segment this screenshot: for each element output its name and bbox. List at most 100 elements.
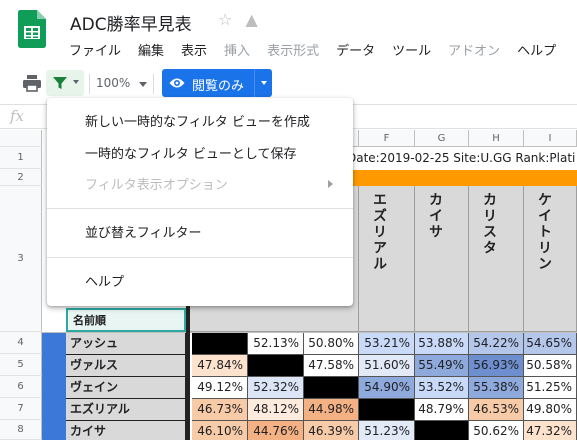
- win-rate-cell[interactable]: 48.12%: [248, 399, 304, 421]
- document-title[interactable]: ADC勝率早見表: [70, 10, 192, 35]
- win-rate-cell[interactable]: 55.49%: [415, 355, 469, 377]
- win-rate-cell[interactable]: 47.58%: [304, 355, 359, 377]
- row-header[interactable]: 5: [0, 354, 42, 376]
- view-mode-label: 閲覧のみ: [192, 79, 245, 94]
- win-rate-cell[interactable]: 50.62%: [469, 421, 524, 440]
- champion-name-cell[interactable]: エズリアル: [66, 399, 186, 421]
- view-mode-divider: [254, 69, 255, 97]
- champion-column-label: ケイトリン: [536, 192, 552, 272]
- row-header[interactable]: 2: [0, 169, 42, 186]
- champion-name-cell[interactable]: ヴェイン: [66, 377, 186, 399]
- menu-item[interactable]: 表示形式: [259, 40, 328, 59]
- menu-item[interactable]: ヘルプ: [509, 40, 565, 59]
- column-header[interactable]: G: [415, 130, 469, 147]
- win-rate-cell[interactable]: 53.21%: [359, 333, 415, 355]
- win-rate-cell[interactable]: 47.32%: [524, 421, 577, 440]
- win-rate-cell[interactable]: 51.23%: [359, 421, 415, 440]
- eye-icon: [169, 78, 185, 88]
- title-icons: ☆ ▲: [218, 10, 266, 29]
- win-rate-cell[interactable]: [248, 355, 304, 377]
- menu-item[interactable]: アドオン: [440, 40, 509, 59]
- win-rate-cell[interactable]: 51.60%: [359, 355, 415, 377]
- row-header[interactable]: 7: [0, 398, 42, 420]
- win-rate-cell[interactable]: 53.88%: [415, 333, 469, 355]
- win-rate-cell[interactable]: 53.52%: [415, 377, 469, 399]
- win-rate-cell[interactable]: 51.25%: [524, 377, 577, 399]
- win-rate-cell[interactable]: [415, 421, 469, 440]
- champion-name-cell[interactable]: ヴァルス: [66, 355, 186, 377]
- dropdown-item[interactable]: 並び替えフィルター: [85, 222, 201, 241]
- menu-divider: [47, 257, 353, 258]
- print-icon[interactable]: [22, 73, 42, 93]
- app-header: ADC勝率早見表 ☆ ▲ ファイル 編集 表示 挿入 表示形式 データ ツール アドオン ヘルプ: [0, 0, 577, 66]
- champion-column-header: エズリアル: [359, 186, 415, 332]
- menu-item[interactable]: ファイル: [61, 40, 130, 59]
- zoom-caret-icon[interactable]: [139, 82, 147, 87]
- win-rate-cell[interactable]: [359, 399, 415, 421]
- column-header[interactable]: I: [524, 130, 577, 147]
- sheet-meta-text: Date:2019-02-25 Site:U.GG Rank:Plati: [347, 151, 576, 165]
- champion-column-label: カリスタ: [481, 192, 497, 256]
- champion-name-cell[interactable]: アッシュ: [66, 333, 186, 355]
- row-header[interactable]: 6: [0, 376, 42, 398]
- name-sort-header[interactable]: 名前順: [66, 308, 186, 332]
- column-header[interactable]: H: [469, 130, 524, 147]
- win-rate-cell[interactable]: 49.80%: [524, 399, 577, 421]
- win-rate-cell[interactable]: 46.10%: [192, 421, 248, 440]
- view-mode-caret-icon[interactable]: [261, 81, 267, 85]
- win-rate-cell[interactable]: 52.32%: [248, 377, 304, 399]
- menu-item[interactable]: 表示: [173, 40, 216, 59]
- view-mode-button[interactable]: 閲覧のみ: [162, 69, 272, 97]
- dropdown-item[interactable]: 新しい一時的なフィルタ ビューを作成: [85, 111, 310, 130]
- menu-item[interactable]: 編集: [130, 40, 173, 59]
- menu-item[interactable]: 挿入: [216, 40, 259, 59]
- toolbar-divider: [153, 74, 154, 94]
- win-rate-cell[interactable]: 50.58%: [524, 355, 577, 377]
- win-rate-cell[interactable]: 55.38%: [469, 377, 524, 399]
- win-rate-cell[interactable]: 47.84%: [192, 355, 248, 377]
- fx-icon: fx: [10, 107, 25, 125]
- star-icon[interactable]: ☆: [218, 10, 232, 29]
- submenu-arrow-icon: [328, 180, 333, 188]
- win-rate-cell[interactable]: 56.93%: [469, 355, 524, 377]
- win-rate-cell[interactable]: 54.22%: [469, 333, 524, 355]
- row-header[interactable]: 4: [0, 332, 42, 354]
- sheets-logo-icon[interactable]: [18, 10, 46, 48]
- champion-name-cell[interactable]: カイサ: [66, 421, 186, 440]
- row-header[interactable]: 1: [0, 147, 42, 169]
- orange-header-band: [353, 170, 577, 186]
- menu-bar: ファイル 編集 表示 挿入 表示形式 データ ツール アドオン ヘルプ: [61, 40, 565, 59]
- column-header[interactable]: F: [359, 130, 415, 147]
- row-header[interactable]: 3: [0, 186, 42, 332]
- win-rate-cell[interactable]: [192, 333, 248, 355]
- filter-icon: [53, 77, 67, 89]
- win-rate-cell[interactable]: 52.13%: [248, 333, 304, 355]
- champion-column-label: カイサ: [427, 192, 443, 240]
- win-rate-cell[interactable]: 54.65%: [524, 333, 577, 355]
- win-rate-cell[interactable]: 46.39%: [304, 421, 359, 440]
- win-rate-cell[interactable]: 46.73%: [192, 399, 248, 421]
- toolbar: 100% 閲覧のみ: [0, 68, 577, 100]
- champion-column-label: エズリアル: [371, 192, 387, 272]
- zoom-select[interactable]: 100%: [96, 76, 130, 90]
- champion-column-header: ケイトリン: [524, 186, 577, 332]
- win-rate-cell[interactable]: 46.53%: [469, 399, 524, 421]
- column-header[interactable]: [353, 130, 359, 147]
- win-rate-cell[interactable]: 50.80%: [304, 333, 359, 355]
- toolbar-divider: [89, 74, 90, 94]
- win-rate-cell[interactable]: 49.12%: [192, 377, 248, 399]
- dropdown-item[interactable]: ヘルプ: [85, 271, 124, 290]
- win-rate-cell[interactable]: 48.79%: [415, 399, 469, 421]
- row-header[interactable]: 8: [0, 420, 42, 440]
- win-rate-cell[interactable]: 44.98%: [304, 399, 359, 421]
- blue-side-strip: [42, 333, 66, 440]
- drive-icon[interactable]: ▲: [245, 10, 257, 29]
- win-rate-cell[interactable]: 54.90%: [359, 377, 415, 399]
- dropdown-item[interactable]: 一時的なフィルタ ビューとして保存: [85, 143, 296, 162]
- menu-item[interactable]: データ: [328, 40, 384, 59]
- filter-button[interactable]: [46, 70, 84, 96]
- win-rate-cell[interactable]: [304, 377, 359, 399]
- champion-column-header: カリスタ: [469, 186, 524, 332]
- menu-item[interactable]: ツール: [384, 40, 440, 59]
- win-rate-cell[interactable]: 44.76%: [248, 421, 304, 440]
